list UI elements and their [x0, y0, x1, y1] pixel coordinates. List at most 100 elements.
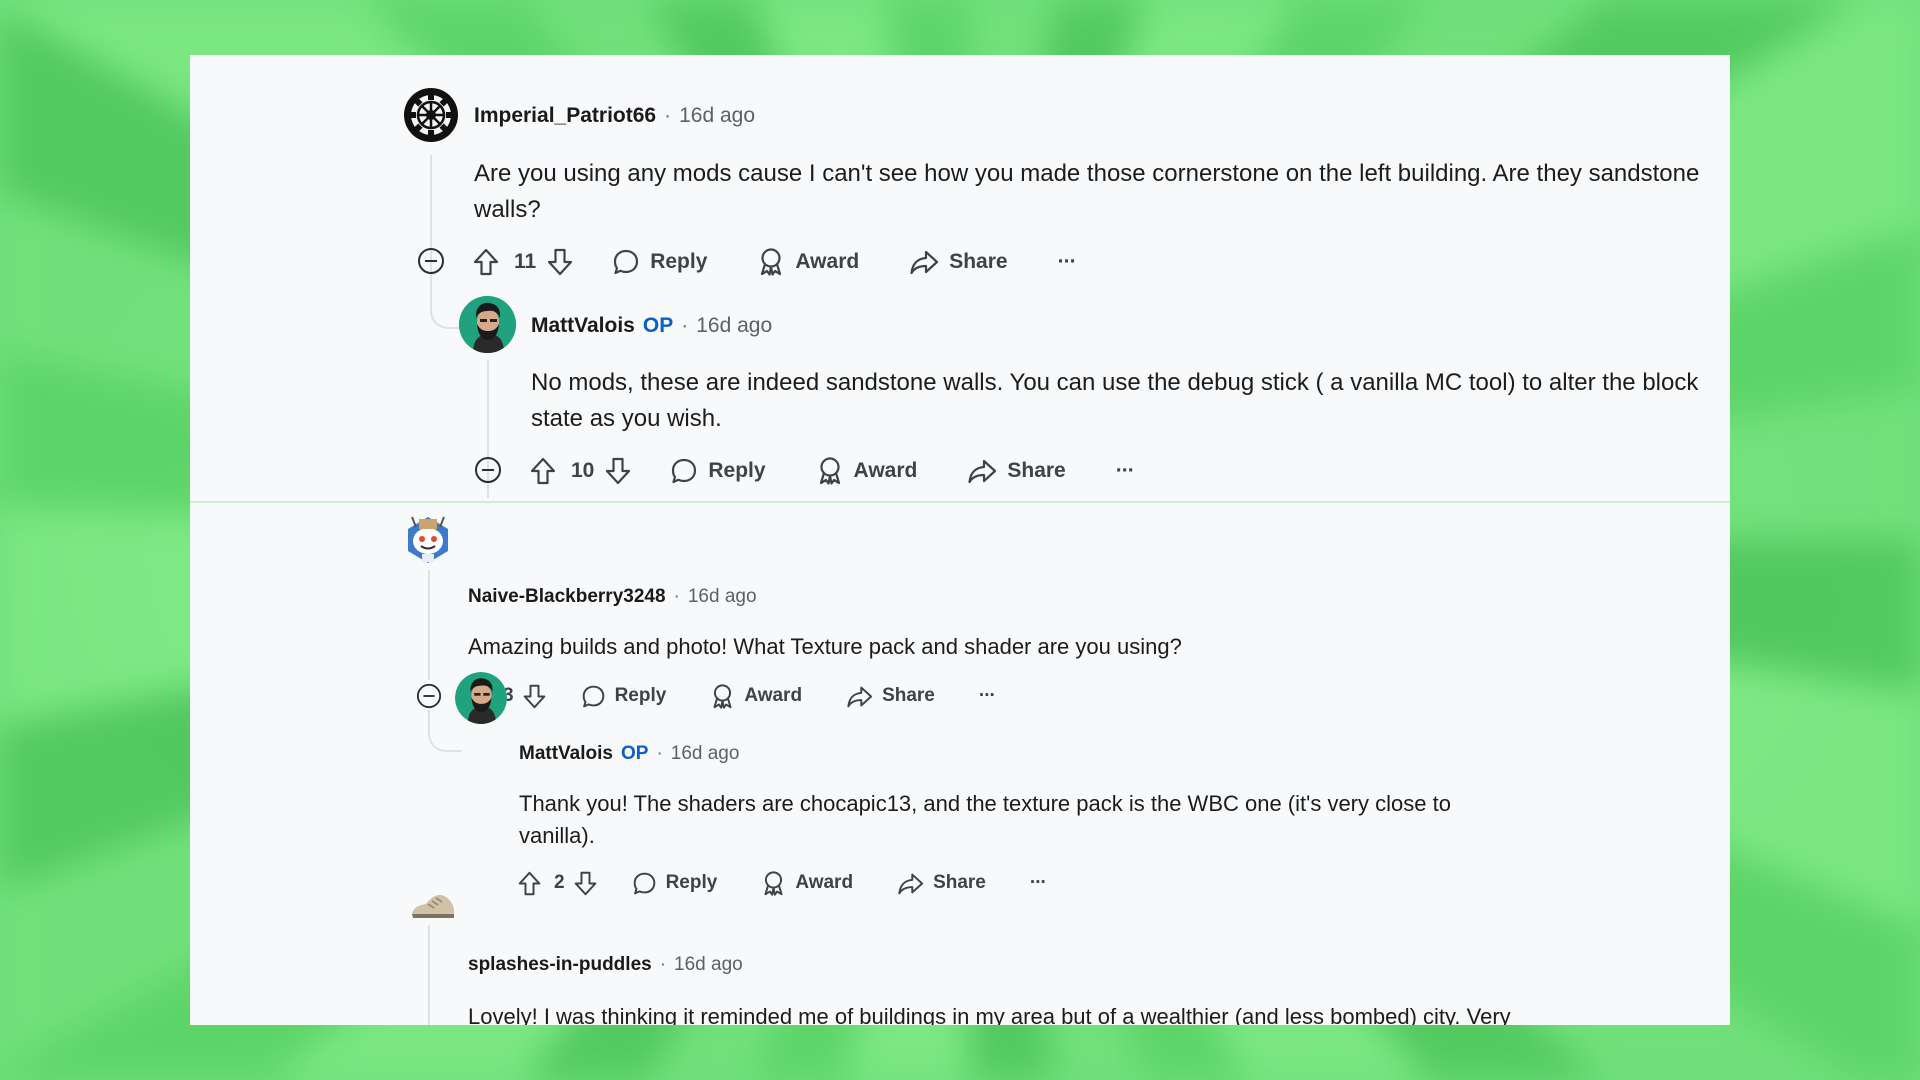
- award-icon: [713, 683, 732, 709]
- more-options-button[interactable]: ···: [1030, 872, 1047, 894]
- share-arrow-icon: [847, 686, 873, 707]
- share-arrow-icon: [968, 459, 997, 484]
- award-icon: [764, 870, 783, 896]
- comment-author[interactable]: Imperial_Patriot66: [474, 104, 656, 128]
- award-button[interactable]: Award: [757, 247, 859, 277]
- thread-connector: [428, 710, 462, 752]
- comment-timestamp[interactable]: 16d ago: [679, 104, 755, 128]
- section-divider: [190, 501, 1730, 503]
- sneaker-avatar-icon: [412, 895, 454, 918]
- separator-dot: ·: [659, 954, 667, 975]
- award-button[interactable]: Award: [710, 683, 802, 710]
- downvote-button[interactable]: [546, 247, 574, 277]
- award-button[interactable]: Award: [761, 870, 853, 897]
- collapse-icon: [418, 248, 444, 274]
- comment-timestamp[interactable]: 16d ago: [688, 586, 757, 608]
- comment-author[interactable]: Naive-Blackberry3248: [468, 586, 666, 608]
- op-badge: OP: [642, 314, 674, 337]
- snoo-avatar-icon: [408, 516, 448, 563]
- downvote-icon: [606, 457, 631, 485]
- comment-author[interactable]: splashes-in-puddles: [468, 954, 652, 976]
- collapse-thread-button[interactable]: [474, 456, 502, 489]
- award-icon: [819, 457, 840, 485]
- reply-label: Reply: [665, 872, 718, 893]
- downvote-button[interactable]: [604, 456, 632, 486]
- thread-line: [428, 925, 430, 1025]
- comment-timestamp[interactable]: 16d ago: [674, 954, 743, 976]
- avatar[interactable]: [455, 672, 507, 724]
- upvote-button[interactable]: [472, 247, 500, 277]
- upvote-button[interactable]: [517, 870, 542, 897]
- reply-bubble-icon: [672, 458, 697, 484]
- comment-body: Amazing builds and photo! What Texture p…: [468, 634, 1182, 659]
- share-button[interactable]: Share: [909, 248, 1008, 276]
- bearded-man-portrait-icon: [459, 296, 516, 353]
- separator-dot: ·: [656, 743, 663, 764]
- reply-bubble-icon: [582, 685, 604, 707]
- collapse-icon: [475, 457, 501, 483]
- galactic-empire-emblem-icon: [404, 88, 458, 142]
- downvote-button[interactable]: [573, 870, 598, 897]
- separator-dot: ·: [681, 314, 689, 337]
- upvote-icon: [473, 248, 499, 276]
- vote-count: 11: [514, 250, 537, 273]
- collapse-thread-button[interactable]: [416, 683, 442, 714]
- downvote-icon: [548, 248, 573, 276]
- reply-bubble-icon: [614, 249, 639, 275]
- reply-button[interactable]: Reply: [581, 684, 667, 709]
- separator-dot: ·: [673, 586, 680, 607]
- upvote-icon: [518, 871, 541, 895]
- award-icon: [761, 248, 782, 276]
- comment-body: Thank you! The shaders are chocapic13, a…: [519, 791, 1451, 848]
- more-options-button[interactable]: ···: [1058, 250, 1077, 274]
- separator-dot: ·: [664, 104, 672, 127]
- reply-bubble-icon: [633, 872, 655, 894]
- reply-button[interactable]: Reply: [612, 248, 707, 276]
- vote-count: 10: [571, 459, 595, 482]
- share-label: Share: [882, 685, 935, 706]
- more-options-button[interactable]: ···: [979, 685, 996, 707]
- reply-label: Reply: [650, 250, 708, 273]
- award-label: Award: [744, 685, 803, 706]
- collapse-icon: [416, 683, 442, 709]
- vote-count: 2: [554, 872, 565, 893]
- share-label: Share: [933, 872, 986, 893]
- downvote-button[interactable]: [522, 683, 547, 710]
- share-button[interactable]: Share: [846, 684, 935, 709]
- collapse-thread-button[interactable]: [417, 247, 445, 280]
- reply-label: Reply: [614, 685, 667, 706]
- share-label: Share: [1007, 459, 1066, 482]
- bearded-man-portrait-icon: [455, 672, 507, 724]
- more-options-button[interactable]: ···: [1116, 459, 1135, 483]
- award-label: Award: [853, 459, 918, 482]
- reply-button[interactable]: Reply: [670, 457, 766, 485]
- share-arrow-icon: [898, 873, 924, 894]
- award-label: Award: [795, 250, 860, 273]
- comment-body: Lovely! I was thinking it reminded me of…: [468, 1004, 1511, 1025]
- avatar[interactable]: [459, 296, 516, 353]
- comment-author[interactable]: MattValois: [531, 314, 635, 338]
- comment-author[interactable]: MattValois: [519, 743, 613, 765]
- comment-body: No mods, these are indeed sandstone wall…: [531, 369, 1699, 432]
- avatar[interactable]: [410, 887, 456, 923]
- downvote-icon: [574, 871, 596, 895]
- upvote-icon: [530, 457, 556, 485]
- comment-body: Are you using any mods cause I can't see…: [474, 160, 1700, 223]
- comments-panel: Imperial_Patriot66 · 16d ago Are you usi…: [190, 55, 1730, 1025]
- op-badge: OP: [620, 743, 649, 764]
- avatar[interactable]: [404, 511, 452, 567]
- reply-label: Reply: [708, 459, 766, 482]
- share-arrow-icon: [910, 250, 939, 275]
- share-button[interactable]: Share: [897, 871, 986, 896]
- reply-button[interactable]: Reply: [632, 871, 718, 896]
- share-label: Share: [949, 250, 1008, 273]
- upvote-button[interactable]: [529, 456, 557, 486]
- downvote-icon: [523, 684, 545, 708]
- comment-timestamp[interactable]: 16d ago: [696, 314, 772, 338]
- thread-line: [428, 570, 430, 680]
- avatar[interactable]: [403, 87, 459, 143]
- comment-timestamp[interactable]: 16d ago: [671, 743, 740, 765]
- award-label: Award: [795, 872, 854, 893]
- share-button[interactable]: Share: [967, 457, 1066, 485]
- award-button[interactable]: Award: [816, 456, 918, 486]
